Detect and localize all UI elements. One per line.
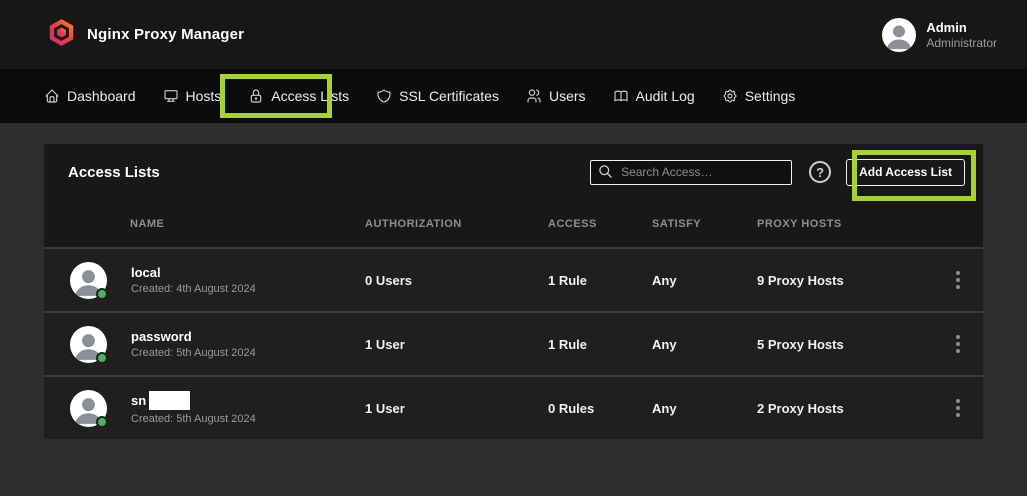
- column-header-access: ACCESS: [548, 218, 652, 230]
- question-mark-icon: ?: [816, 166, 824, 179]
- cell-name: sn Created: 5th August 2024: [44, 390, 365, 427]
- add-access-list-button[interactable]: Add Access List: [846, 159, 965, 186]
- row-avatar: [70, 262, 107, 299]
- name-block: sn Created: 5th August 2024: [131, 391, 256, 425]
- nav-item-users[interactable]: Users: [526, 88, 586, 104]
- user-name: Admin: [926, 20, 997, 35]
- cell-name: password Created: 5th August 2024: [44, 326, 365, 363]
- nav-label: SSL Certificates: [399, 88, 499, 104]
- created-date: Created: 4th August 2024: [131, 283, 256, 295]
- column-header-name: NAME: [44, 218, 365, 230]
- user-menu[interactable]: Admin Administrator: [882, 18, 997, 52]
- created-date: Created: 5th August 2024: [131, 413, 256, 425]
- kebab-icon: [956, 406, 960, 410]
- table-row[interactable]: sn Created: 5th August 2024 1 User 0 Rul…: [44, 375, 983, 439]
- name-block: password Created: 5th August 2024: [131, 329, 256, 359]
- cell-access: 0 Rules: [548, 401, 652, 416]
- cell-satisfy: Any: [652, 401, 757, 416]
- row-actions-menu-button[interactable]: [946, 396, 970, 420]
- cell-satisfy: Any: [652, 337, 757, 352]
- row-avatar: [70, 326, 107, 363]
- content: Access Lists ? Add Access List NAME AUTH…: [0, 123, 1027, 439]
- book-icon: [613, 88, 629, 104]
- cell-authorization: 1 User: [365, 337, 548, 352]
- access-list-name: sn: [131, 393, 146, 408]
- nav-item-audit-log[interactable]: Audit Log: [613, 88, 695, 104]
- search-icon: [598, 164, 613, 179]
- home-icon: [44, 88, 60, 104]
- main-nav: Dashboard Hosts Access Lists SSL Certifi…: [0, 69, 1027, 123]
- gear-icon: [722, 88, 738, 104]
- nav-label: Hosts: [186, 88, 222, 104]
- column-header-authorization: AUTHORIZATION: [365, 218, 548, 230]
- cell-proxy-hosts: 5 Proxy Hosts: [757, 337, 932, 352]
- row-actions-menu-button[interactable]: [946, 332, 970, 356]
- column-header-proxy-hosts: PROXY HOSTS: [757, 218, 932, 230]
- users-icon: [526, 88, 542, 104]
- nav-label: Audit Log: [636, 88, 695, 104]
- name-block: local Created: 4th August 2024: [131, 265, 256, 295]
- monitor-icon: [163, 88, 179, 104]
- nav-item-hosts[interactable]: Hosts: [163, 88, 222, 104]
- created-date: Created: 5th August 2024: [131, 347, 256, 359]
- app-title: Nginx Proxy Manager: [87, 26, 244, 43]
- cell-authorization: 0 Users: [365, 273, 548, 288]
- online-status-dot: [96, 416, 108, 428]
- cell-satisfy: Any: [652, 273, 757, 288]
- app-header: Nginx Proxy Manager Admin Administrator: [0, 0, 1027, 69]
- cell-name: local Created: 4th August 2024: [44, 262, 365, 299]
- nav-label: Settings: [745, 88, 796, 104]
- access-lists-panel: Access Lists ? Add Access List NAME AUTH…: [44, 144, 983, 439]
- app-logo-icon: [48, 18, 75, 52]
- row-actions-menu-button[interactable]: [946, 268, 970, 292]
- user-text: Admin Administrator: [926, 20, 997, 50]
- nav-label: Dashboard: [67, 88, 136, 104]
- user-role: Administrator: [926, 36, 997, 50]
- kebab-icon: [956, 342, 960, 346]
- shield-icon: [376, 88, 392, 104]
- cell-authorization: 1 User: [365, 401, 548, 416]
- brand: Nginx Proxy Manager: [48, 18, 244, 52]
- nav-item-access-lists[interactable]: Access Lists: [248, 88, 349, 104]
- column-header-satisfy: SATISFY: [652, 218, 757, 230]
- table-header-row: NAME AUTHORIZATION ACCESS SATISFY PROXY …: [44, 200, 983, 247]
- kebab-icon: [956, 278, 960, 282]
- cell-access: 1 Rule: [548, 337, 652, 352]
- search-input[interactable]: [590, 160, 792, 185]
- table-row[interactable]: password Created: 5th August 2024 1 User…: [44, 311, 983, 375]
- cell-proxy-hosts: 2 Proxy Hosts: [757, 401, 932, 416]
- lock-icon: [248, 88, 264, 104]
- panel-toolbar: Access Lists ? Add Access List: [44, 144, 983, 200]
- table-row[interactable]: local Created: 4th August 2024 0 Users 1…: [44, 247, 983, 311]
- redaction-box: [149, 391, 190, 410]
- search-box: [590, 160, 792, 185]
- cell-access: 1 Rule: [548, 273, 652, 288]
- nav-item-dashboard[interactable]: Dashboard: [44, 88, 136, 104]
- nav-label: Users: [549, 88, 586, 104]
- access-list-name: local: [131, 265, 161, 280]
- nav-label: Access Lists: [271, 88, 349, 104]
- user-avatar: [882, 18, 916, 52]
- online-status-dot: [96, 288, 108, 300]
- access-list-name: password: [131, 329, 192, 344]
- nav-item-settings[interactable]: Settings: [722, 88, 796, 104]
- nav-item-ssl-certificates[interactable]: SSL Certificates: [376, 88, 499, 104]
- panel-title: Access Lists: [68, 164, 160, 181]
- cell-proxy-hosts: 9 Proxy Hosts: [757, 273, 932, 288]
- row-avatar: [70, 390, 107, 427]
- help-button[interactable]: ?: [809, 161, 831, 183]
- online-status-dot: [96, 352, 108, 364]
